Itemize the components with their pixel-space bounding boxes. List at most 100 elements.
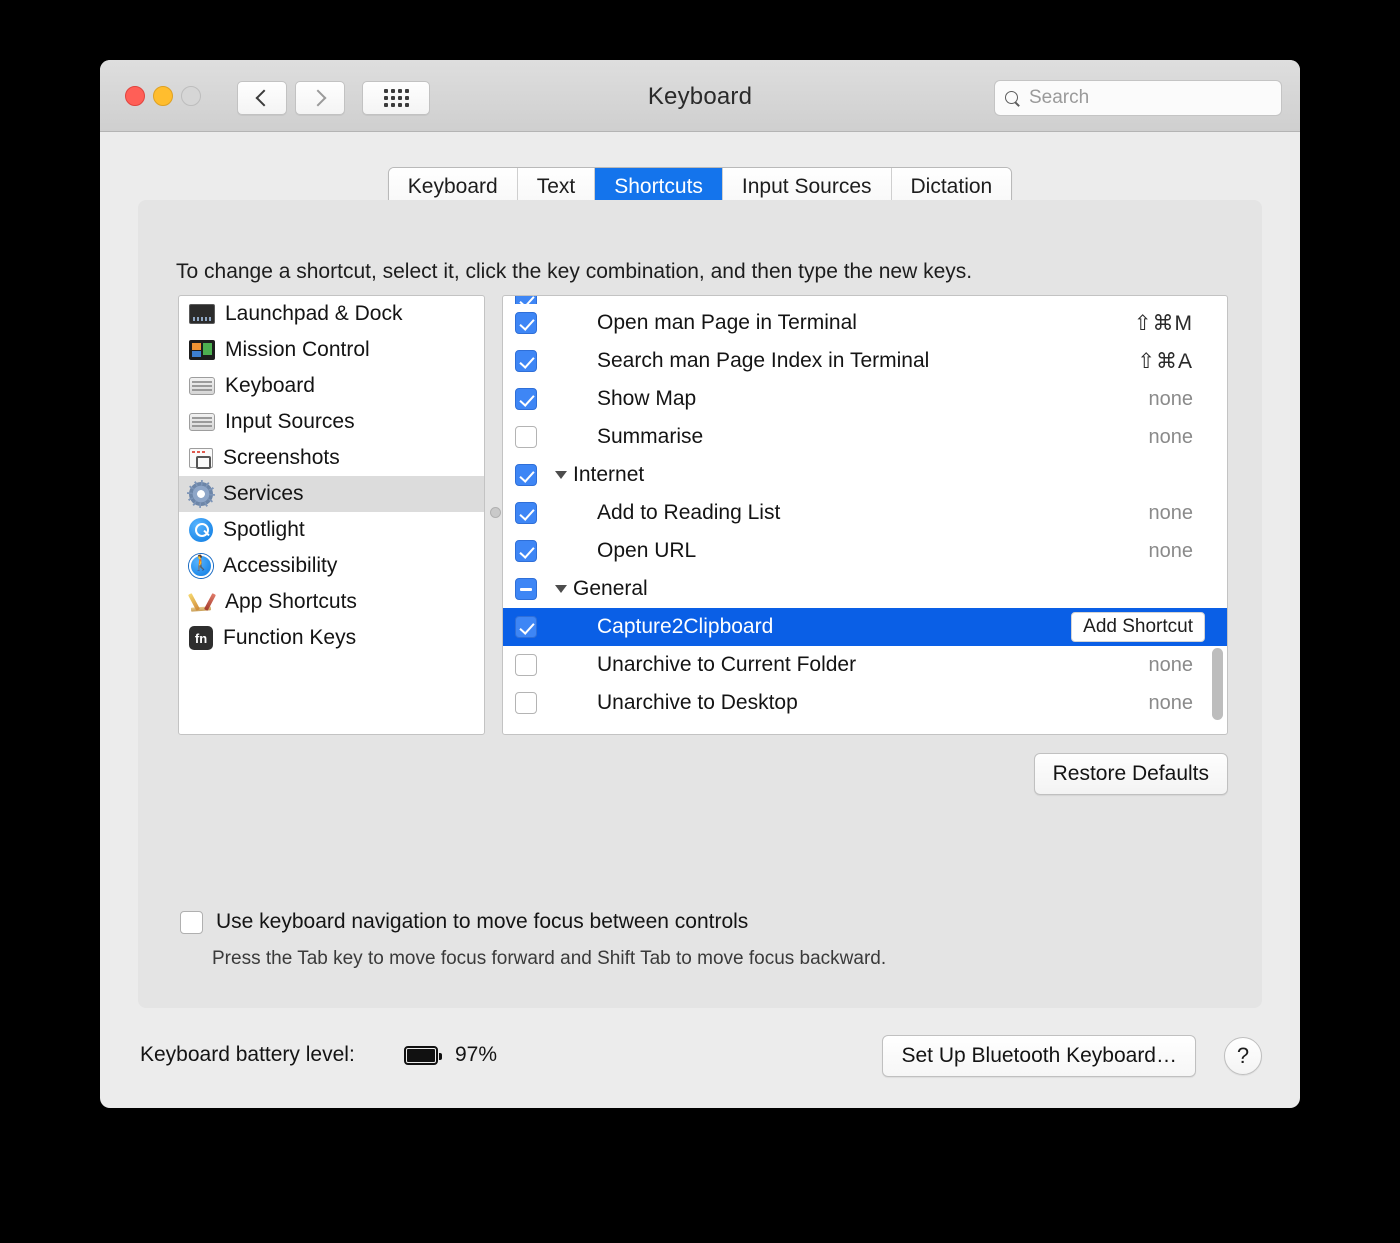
search-icon (1005, 90, 1020, 106)
shortcut-name: Open man Page in Terminal (597, 311, 857, 334)
search-input[interactable] (1029, 87, 1271, 109)
sidebar-item-app-shortcuts[interactable]: App Shortcuts (179, 584, 484, 620)
disclosure-triangle-icon[interactable] (555, 471, 567, 479)
table-row[interactable]: Summarise none (503, 418, 1227, 456)
shortcut-name: Summarise (597, 425, 704, 448)
accessibility-icon (189, 554, 213, 578)
row-checkbox[interactable] (515, 654, 537, 676)
table-row[interactable]: Show Map none (503, 380, 1227, 418)
battery-level-label: Keyboard battery level: (140, 1043, 355, 1066)
table-row-selected[interactable]: Capture2Clipboard Add Shortcut (503, 608, 1227, 646)
shortcut-name: Show Map (597, 387, 697, 410)
shortcut-key[interactable]: ⇧⌘A (1137, 349, 1227, 374)
split-view: Launchpad & Dock Mission Control Keyboar… (178, 295, 1228, 735)
shortcut-key[interactable]: none (1149, 502, 1228, 525)
row-checkbox[interactable] (515, 578, 537, 600)
battery-icon (404, 1046, 442, 1065)
table-row-group-general[interactable]: General (503, 570, 1227, 608)
disclosure-triangle-icon[interactable] (555, 585, 567, 593)
shortcut-name: Capture2Clipboard (597, 615, 774, 638)
row-checkbox[interactable] (515, 692, 537, 714)
spotlight-icon (189, 518, 213, 542)
category-list[interactable]: Launchpad & Dock Mission Control Keyboar… (178, 295, 485, 735)
group-header: Internet (549, 463, 1227, 487)
app-shortcuts-icon (189, 591, 216, 613)
setup-bluetooth-keyboard-button[interactable]: Set Up Bluetooth Keyboard… (882, 1035, 1196, 1077)
sidebar-item-accessibility[interactable]: Accessibility (179, 548, 484, 584)
input-sources-icon (189, 413, 215, 431)
keyboard-navigation-sublabel: Press the Tab key to move focus forward … (212, 948, 887, 969)
shortcut-list-rows: Open man Page in Terminal ⇧⌘M Search man… (503, 296, 1227, 734)
table-row[interactable]: Search man Page Index in Terminal ⇧⌘A (503, 342, 1227, 380)
row-checkbox[interactable] (515, 350, 537, 372)
system-preferences-window: Keyboard Keyboard Text Shortcuts Input S… (100, 60, 1300, 1108)
keyboard-navigation-label: Use keyboard navigation to move focus be… (216, 910, 749, 933)
window-footer: Keyboard battery level: 97% Set Up Bluet… (100, 1008, 1300, 1108)
keyboard-icon (189, 377, 215, 395)
restore-defaults-button[interactable]: Restore Defaults (1033, 753, 1228, 795)
sidebar-item-label: Function Keys (223, 626, 357, 649)
window-titlebar: Keyboard (100, 60, 1300, 132)
row-checkbox[interactable] (515, 388, 537, 410)
sidebar-item-label: Keyboard (225, 374, 315, 397)
row-checkbox[interactable] (515, 426, 537, 448)
table-row[interactable]: Open URL none (503, 532, 1227, 570)
shortcut-key[interactable]: none (1149, 540, 1228, 563)
table-row[interactable]: Unarchive to Current Folder none (503, 646, 1227, 684)
shortcut-key[interactable]: none (1149, 388, 1228, 411)
keyboard-navigation-checkbox[interactable] (180, 910, 203, 934)
battery-percent: 97% (455, 1043, 498, 1066)
sidebar-item-label: Screenshots (223, 446, 340, 469)
shortcut-list[interactable]: Open man Page in Terminal ⇧⌘M Search man… (502, 295, 1228, 735)
shortcut-name: Add to Reading List (597, 501, 781, 524)
sidebar-item-mission-control[interactable]: Mission Control (179, 332, 484, 368)
table-row-group-internet[interactable]: Internet (503, 456, 1227, 494)
sidebar-item-input-sources[interactable]: Input Sources (179, 404, 484, 440)
services-gear-icon (189, 482, 213, 506)
launchpad-dock-icon (189, 304, 215, 324)
row-checkbox[interactable] (515, 464, 537, 486)
shortcut-name: Unarchive to Current Folder (597, 653, 857, 676)
help-button[interactable]: ? (1224, 1037, 1262, 1075)
sidebar-item-services[interactable]: Services (179, 476, 484, 512)
group-label: Internet (573, 463, 645, 486)
screenshots-icon (189, 448, 213, 469)
sidebar-item-launchpad-dock[interactable]: Launchpad & Dock (179, 296, 484, 332)
sidebar-item-label: Launchpad & Dock (225, 302, 403, 325)
sidebar-item-label: Accessibility (223, 554, 338, 577)
row-checkbox[interactable] (515, 502, 537, 524)
sidebar-item-label: Input Sources (225, 410, 355, 433)
add-shortcut-button[interactable]: Add Shortcut (1071, 612, 1205, 642)
sidebar-item-screenshots[interactable]: Screenshots (179, 440, 484, 476)
sidebar-item-label: Mission Control (225, 338, 370, 361)
sidebar-item-function-keys[interactable]: fn Function Keys (179, 620, 484, 656)
table-row[interactable]: Add to Reading List none (503, 494, 1227, 532)
keyboard-navigation-row[interactable]: Use keyboard navigation to move focus be… (180, 910, 748, 934)
shortcut-name: Search man Page Index in Terminal (597, 349, 930, 372)
group-label: General (573, 577, 648, 600)
table-row[interactable]: Unarchive to Desktop none (503, 684, 1227, 722)
sidebar-item-keyboard[interactable]: Keyboard (179, 368, 484, 404)
function-keys-icon: fn (189, 626, 213, 650)
row-checkbox[interactable] (515, 312, 537, 334)
sidebar-item-label: Services (223, 482, 304, 505)
split-view-divider-handle[interactable] (490, 507, 501, 518)
panel-hint-text: To change a shortcut, select it, click t… (176, 260, 973, 283)
search-field[interactable] (994, 80, 1282, 116)
shortcut-name: Open URL (597, 539, 697, 562)
list-item-partial[interactable] (503, 296, 1227, 304)
shortcuts-panel: To change a shortcut, select it, click t… (138, 200, 1262, 1008)
sidebar-item-label: App Shortcuts (225, 590, 357, 613)
row-checkbox[interactable] (515, 540, 537, 562)
shortcut-name: Unarchive to Desktop (597, 691, 798, 714)
sidebar-item-label: Spotlight (223, 518, 305, 541)
sidebar-item-spotlight[interactable]: Spotlight (179, 512, 484, 548)
row-checkbox[interactable] (515, 296, 537, 304)
group-header: General (549, 577, 1227, 601)
shortcut-key[interactable]: ⇧⌘M (1134, 311, 1227, 336)
table-row[interactable]: Open man Page in Terminal ⇧⌘M (503, 304, 1227, 342)
list-scrollbar-thumb[interactable] (1212, 648, 1223, 720)
shortcut-key[interactable]: none (1149, 426, 1228, 449)
row-checkbox[interactable] (515, 616, 537, 638)
mission-control-icon (189, 340, 215, 360)
